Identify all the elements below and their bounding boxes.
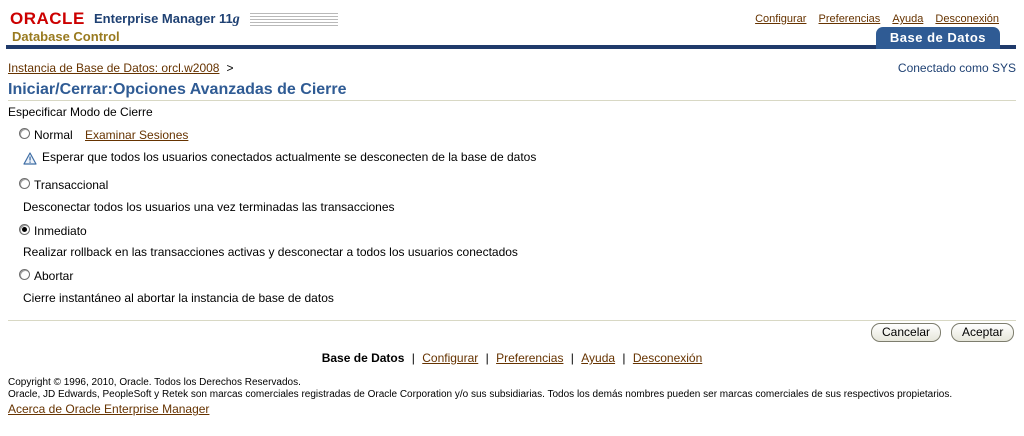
radio-label-abort[interactable]: Abortar [34,269,73,283]
tab-base-de-datos[interactable]: Base de Datos [875,27,1000,49]
global-link-preferencias[interactable]: Preferencias [819,13,881,25]
footer-link-desconexion[interactable]: Desconexión [633,351,702,365]
radio-normal[interactable] [19,128,30,139]
form-divider [8,320,1016,321]
desc-normal: Esperar que todos los usuarios conectado… [42,150,537,164]
radio-abort[interactable] [19,269,30,280]
radio-label-immediate[interactable]: Inmediato [34,224,87,238]
product-subtitle: Database Control [12,29,120,44]
footer-link-preferencias[interactable]: Preferencias [496,351,563,365]
radio-label-transactional[interactable]: Transaccional [34,178,108,192]
about-link[interactable]: Acerca de Oracle Enterprise Manager [8,402,209,416]
footer-separator: | [622,351,626,365]
desc-transactional: Desconectar todos los usuarios una vez t… [23,200,395,214]
product-name: Enterprise Manager 11g [94,11,240,28]
breadcrumb: Instancia de Base de Datos: orcl.w2008 > [8,61,233,75]
copyright: Copyright © 1996, 2010, Oracle. Todos lo… [8,377,952,401]
copyright-line-2: Oracle, JD Edwards, PeopleSoft y Retek s… [8,389,953,400]
accept-button[interactable]: Aceptar [951,323,1015,342]
radio-label-normal[interactable]: Normal [34,128,73,142]
cancel-button[interactable]: Cancelar [871,323,942,342]
footer-link-base-de-datos[interactable]: Base de Datos [322,351,405,365]
warning-icon [23,152,37,165]
title-divider [8,100,1016,101]
page-title: Iniciar/Cerrar:Opciones Avanzadas de Cie… [8,81,347,98]
oracle-logo: ORACLE [10,9,85,28]
copyright-line-1: Copyright © 1996, 2010, Oracle. Todos lo… [8,377,301,388]
desc-immediate: Realizar rollback en las transacciones a… [23,245,518,259]
connected-as: Conectado como SYS [897,61,1016,75]
examinar-sesiones-link[interactable]: Examinar Sesiones [85,128,188,142]
logo-stripes-decoration [250,13,338,27]
global-links: Configurar Preferencias Ayuda Desconexió… [746,13,999,25]
product-name-text: Enterprise Manager 11 [94,11,233,26]
global-link-configurar[interactable]: Configurar [755,13,806,25]
desc-abort: Cierre instantáneo al abortar la instanc… [23,291,334,305]
breadcrumb-separator: > [226,61,234,75]
footer-link-configurar[interactable]: Configurar [422,351,478,365]
product-version-g: g [232,12,240,27]
section-label: Especificar Modo de Cierre [8,105,153,119]
footer-separator: | [485,351,489,365]
breadcrumb-link-instance[interactable]: Instancia de Base de Datos: orcl.w2008 [8,61,219,75]
radio-transactional[interactable] [19,178,30,189]
global-link-ayuda[interactable]: Ayuda [892,13,923,25]
header-bar [6,45,1016,49]
footer-separator: | [570,351,574,365]
global-link-desconexion[interactable]: Desconexión [935,13,999,25]
footer-nav: Base de Datos | Configurar | Preferencia… [0,351,1024,365]
footer-separator: | [411,351,415,365]
radio-immediate[interactable] [19,224,30,235]
footer-link-ayuda[interactable]: Ayuda [581,351,615,365]
